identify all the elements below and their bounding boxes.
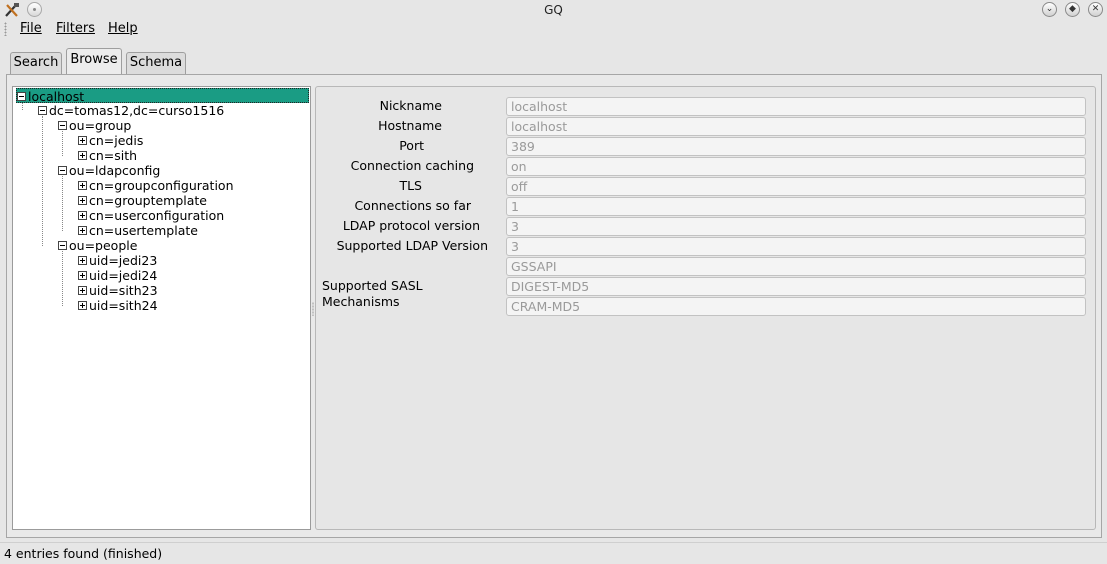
sasl-label: Supported SASL Mechanisms <box>322 278 423 309</box>
connections-field[interactable]: 1 <box>506 197 1086 216</box>
tree-node-uid-jedi23[interactable]: uid=jedi23 <box>78 253 157 268</box>
sasl-mechanism-field[interactable]: GSSAPI <box>506 257 1086 276</box>
hostname-label: Hostname <box>378 118 442 133</box>
expand-icon[interactable] <box>78 211 87 220</box>
expand-icon[interactable] <box>78 256 87 265</box>
supported-version-field[interactable]: 3 <box>506 237 1086 256</box>
caching-label: Connection caching <box>350 158 474 173</box>
hostname-field[interactable]: localhost <box>506 117 1086 136</box>
sasl-mechanism-field[interactable]: DIGEST-MD5 <box>506 277 1086 296</box>
title-bar: GQ ⌄ ◆ ✕ <box>0 0 1107 20</box>
menu-file[interactable]: File <box>20 21 42 36</box>
supported-version-label: Supported LDAP Version <box>336 238 488 253</box>
tab-browse[interactable]: Browse <box>66 48 122 74</box>
tree-node-ou-ldapconfig[interactable]: ou=ldapconfig <box>58 163 160 178</box>
sasl-mechanism-field[interactable]: CRAM-MD5 <box>506 297 1086 316</box>
expand-icon[interactable] <box>78 271 87 280</box>
collapse-icon[interactable] <box>17 92 26 101</box>
tree-node-cn-groupconfiguration[interactable]: cn=groupconfiguration <box>78 178 234 193</box>
close-icon[interactable]: ✕ <box>1088 2 1103 17</box>
tree-node-cn-usertemplate[interactable]: cn=usertemplate <box>78 223 198 238</box>
tree-node-cn-grouptemplate[interactable]: cn=grouptemplate <box>78 193 207 208</box>
nickname-label: Nickname <box>379 98 442 113</box>
collapse-icon[interactable] <box>58 121 67 130</box>
status-bar: 4 entries found (finished) <box>0 542 1107 564</box>
maximize-icon[interactable]: ◆ <box>1065 2 1080 17</box>
collapse-icon[interactable] <box>58 241 67 250</box>
expand-icon[interactable] <box>78 226 87 235</box>
tree-line <box>62 131 63 156</box>
tree-node-ou-group[interactable]: ou=group <box>58 118 131 133</box>
tree-node-base-dn[interactable]: dc=tomas12,dc=curso1516 <box>38 103 224 118</box>
protocol-version-field[interactable]: 3 <box>506 217 1086 236</box>
tree-line <box>62 176 63 231</box>
tree-node-uid-sith23[interactable]: uid=sith23 <box>78 283 158 298</box>
menu-filters[interactable]: Filters <box>56 21 95 36</box>
pane-splitter[interactable] <box>312 302 314 316</box>
tab-schema[interactable]: Schema <box>126 52 186 74</box>
collapse-icon[interactable] <box>58 166 67 175</box>
window-title: GQ <box>544 3 563 17</box>
caching-field[interactable]: on <box>506 157 1086 176</box>
expand-icon[interactable] <box>78 151 87 160</box>
menu-bar: File Filters Help <box>0 19 1107 39</box>
expand-icon[interactable] <box>78 181 87 190</box>
menu-help[interactable]: Help <box>108 21 138 36</box>
expand-icon[interactable] <box>78 196 87 205</box>
tab-search[interactable]: Search <box>10 52 62 74</box>
tree-node-uid-sith24[interactable]: uid=sith24 <box>78 298 158 313</box>
tree-node-cn-sith[interactable]: cn=sith <box>78 148 137 163</box>
tree-node-uid-jedi24[interactable]: uid=jedi24 <box>78 268 157 283</box>
protocol-version-label: LDAP protocol version <box>342 218 480 233</box>
expand-icon[interactable] <box>78 301 87 310</box>
collapse-icon[interactable] <box>38 106 47 115</box>
tree-line <box>62 251 63 306</box>
tree-node-localhost[interactable]: localhost <box>16 88 309 104</box>
tree-line <box>42 116 43 246</box>
tls-field[interactable]: off <box>506 177 1086 196</box>
menubar-grip-icon[interactable] <box>4 22 7 36</box>
port-field[interactable]: 389 <box>506 137 1086 156</box>
tree-node-cn-jedis[interactable]: cn=jedis <box>78 133 143 148</box>
minimize-icon[interactable]: ⌄ <box>1042 2 1057 17</box>
nickname-field[interactable]: localhost <box>506 97 1086 116</box>
connections-label: Connections so far <box>354 198 471 213</box>
expand-icon[interactable] <box>78 136 87 145</box>
status-text: 4 entries found (finished) <box>4 546 163 561</box>
port-label: Port <box>399 138 424 153</box>
tree-node-cn-userconfiguration[interactable]: cn=userconfiguration <box>78 208 224 223</box>
tls-label: TLS <box>399 178 422 193</box>
expand-icon[interactable] <box>78 286 87 295</box>
tree-node-ou-people[interactable]: ou=people <box>58 238 137 253</box>
